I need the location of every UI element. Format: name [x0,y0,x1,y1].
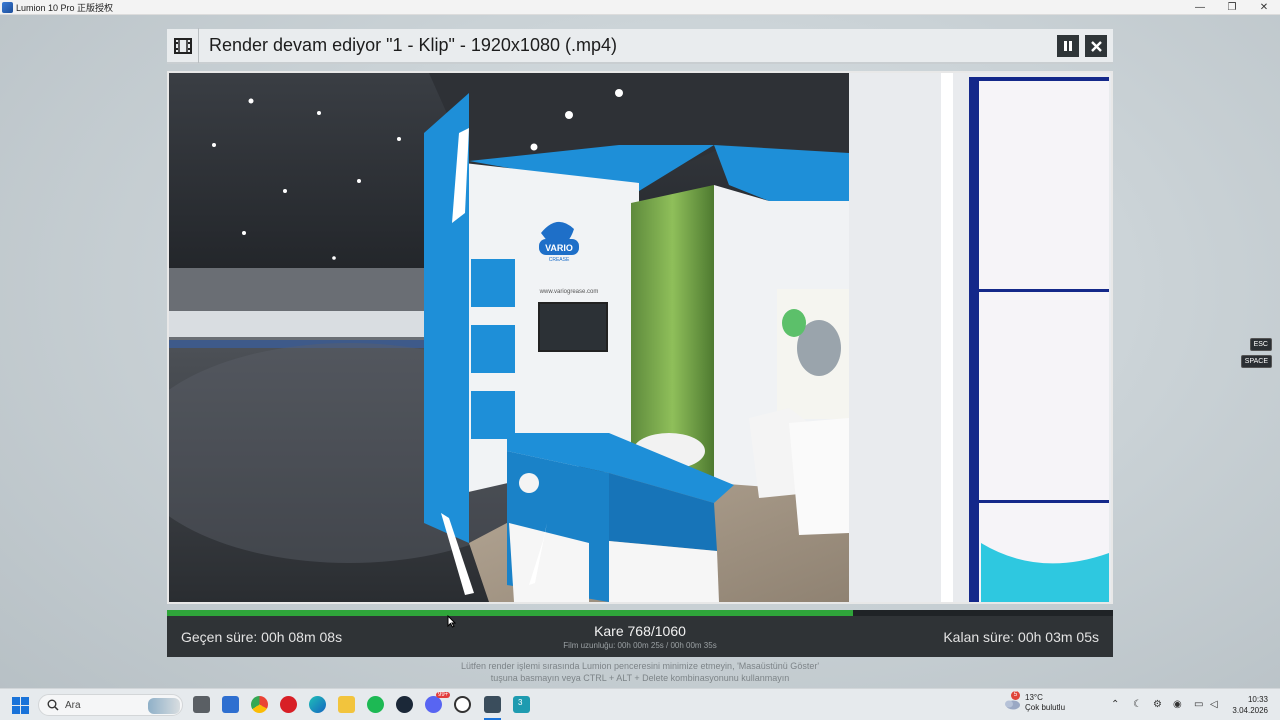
pause-button[interactable] [1057,35,1079,57]
film-icon [167,28,199,63]
taskbar-search[interactable]: Ara [38,694,183,716]
tray-volume-icon[interactable]: ◁ [1210,699,1218,710]
weather-badge: 5 [1011,691,1020,700]
notice-line-1: Lütfen render işlemi sırasında Lumion pe… [460,661,820,671]
app-taskbar-badge: 3 [518,698,523,707]
preview-url: www.variogrease.com [539,289,599,295]
render-preview-image: VARIO CREASE www.variogrease.com [169,73,1111,602]
esc-key-hint[interactable]: ESC [1249,338,1272,351]
tray-language-icon[interactable]: ☾ [1133,699,1142,710]
steam-icon[interactable] [396,696,413,713]
preview-brand-sub: CREASE [549,257,570,263]
close-icon [1090,40,1102,52]
opera-icon[interactable] [280,696,297,713]
discord-icon[interactable] [425,696,442,713]
minimize-button[interactable]: — [1184,0,1216,15]
clock-time: 10:33 [1247,695,1268,704]
window-titlebar: Lumion 10 Pro 正版授权 — ❐ ✕ [0,0,1280,15]
clock-date: 3.04.2026 [1232,706,1268,715]
search-icon [47,699,59,711]
close-render-button[interactable] [1085,35,1107,57]
space-key-hint[interactable]: SPACE [1240,355,1272,368]
weather-temp: 13°C [1025,693,1043,702]
mouse-cursor [447,615,456,628]
search-highlight-image [148,698,180,714]
lumion-taskbar-icon[interactable] [484,696,501,713]
search-placeholder: Ara [65,699,81,711]
tray-network-icon[interactable]: ▭ [1194,699,1203,710]
github-icon[interactable] [454,696,471,713]
chrome-icon[interactable] [251,696,268,713]
remaining-time: Kalan süre: 00h 03m 05s [943,629,1099,645]
render-notice: Lütfen render işlemi sırasında Lumion pe… [340,660,940,684]
pause-icon [1064,41,1072,51]
window-controls: — ❐ ✕ [1184,0,1280,15]
lumion-app-icon [2,1,13,13]
tray-chevron-icon[interactable]: ⌃ [1111,699,1119,710]
render-panel-header: Render devam ediyor "1 - Klip" - 1920x10… [167,28,1113,64]
window-title: Lumion 10 Pro 正版授权 [16,2,114,13]
render-preview: VARIO CREASE www.variogrease.com [167,71,1113,604]
edge-icon[interactable] [309,696,326,713]
discord-badge: 99+ [436,692,451,698]
taskbar-clock[interactable]: 10:33 3.04.2026 [1228,694,1268,716]
render-title: Render devam ediyor "1 - Klip" - 1920x10… [209,35,617,55]
windows-start-icon[interactable] [12,697,29,714]
spotify-icon[interactable] [367,696,384,713]
restore-button[interactable]: ❐ [1216,0,1248,15]
render-status-bar: Geçen süre: 00h 08m 08s Kare 768/1060 Fi… [167,616,1113,657]
task-view-icon[interactable] [193,696,210,713]
preview-brand: VARIO [545,243,573,253]
notice-line-2: tuşuna basmayın veya CTRL + ALT + Delete… [490,673,790,683]
close-window-button[interactable]: ✕ [1248,0,1280,15]
tray-app-icon[interactable]: ⚙ [1153,699,1162,710]
weather-widget[interactable]: 5 13°C Çok bulutlu [1003,691,1066,713]
tray-steam-icon[interactable]: ◉ [1173,699,1182,710]
mail-icon[interactable] [222,696,239,713]
taskbar: Ara 99+ 3 5 13°C Çok bulutlu ⌃ ☾ ⚙ ◉ ▭ ◁… [0,688,1280,720]
weather-desc: Çok bulutlu [1025,703,1066,712]
file-explorer-icon[interactable] [338,696,355,713]
